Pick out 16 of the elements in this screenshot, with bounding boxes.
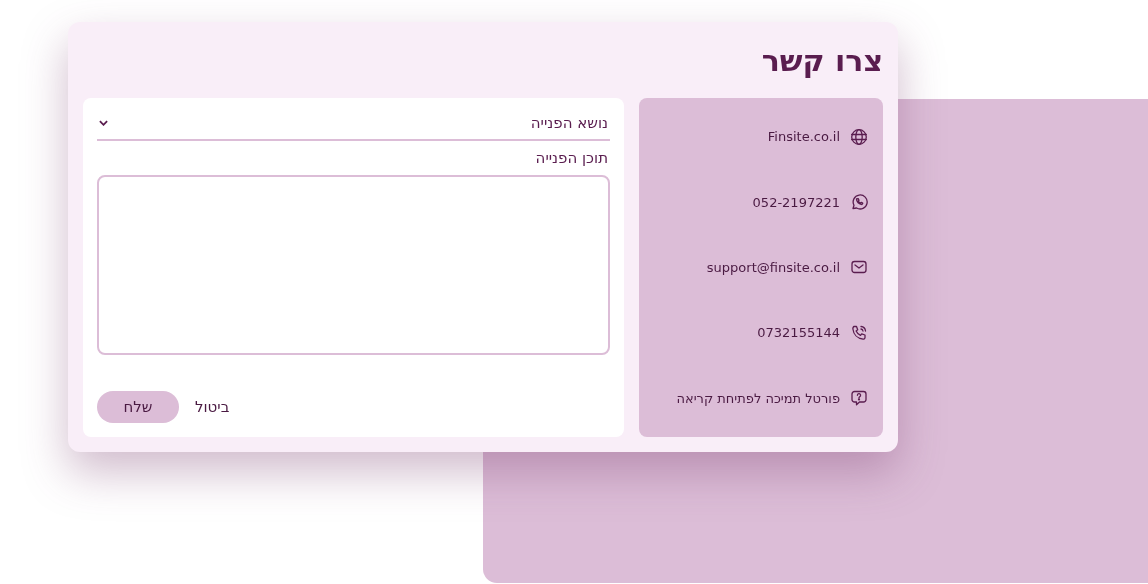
contact-text: support@finsite.co.il — [706, 259, 840, 275]
chevron-down-icon — [99, 120, 108, 126]
cancel-button[interactable]: ביטול — [195, 398, 230, 416]
phone-icon — [850, 323, 868, 342]
globe-icon — [850, 127, 868, 146]
dialog-title: צרו קשר — [761, 42, 883, 80]
chat-phone-icon — [850, 193, 868, 212]
subject-select[interactable]: נושא הפנייה — [97, 110, 610, 141]
send-button[interactable]: שלח — [97, 391, 179, 423]
question-bubble-icon — [850, 389, 868, 408]
contact-text: 0732155144 — [757, 325, 840, 341]
contact-text[interactable]: פורטל תמיכה לפתיחת קריאה — [676, 390, 840, 406]
contact-text: 052-2197221 — [752, 194, 840, 210]
field-label: תוכן הפנייה — [535, 149, 608, 167]
contact-text: Finsite.co.il — [767, 129, 840, 145]
content-textarea[interactable] — [97, 175, 610, 355]
